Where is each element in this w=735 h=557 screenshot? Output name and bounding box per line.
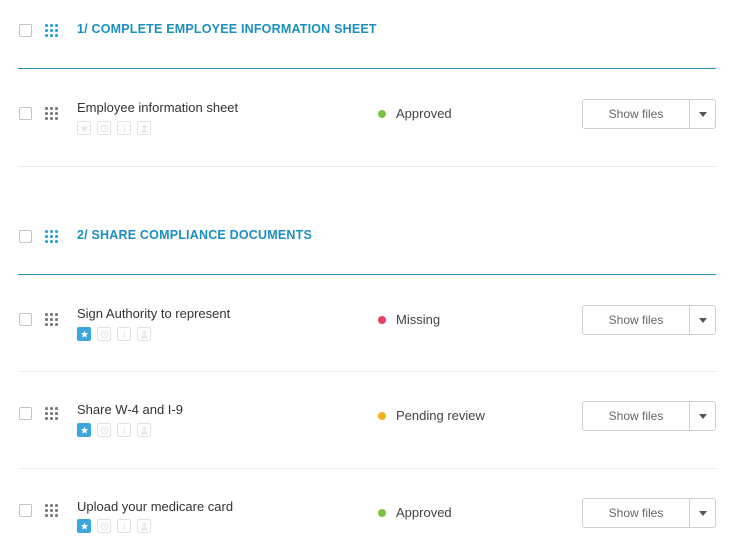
show-files-split-button: Show files — [582, 305, 716, 335]
show-files-button[interactable]: Show files — [583, 306, 690, 334]
drag-handle-icon[interactable] — [45, 313, 58, 326]
status-dot — [378, 411, 386, 420]
task-title[interactable]: Sign Authority to represent — [77, 306, 230, 321]
section-checkbox[interactable] — [19, 230, 32, 243]
section-title[interactable]: 1/ COMPLETE EMPLOYEE INFORMATION SHEET — [77, 22, 377, 36]
status-dot — [378, 109, 386, 118]
section-divider — [18, 68, 716, 69]
chevron-down-icon[interactable] — [690, 306, 715, 334]
section-checkbox[interactable] — [19, 24, 32, 37]
row-divider — [18, 371, 716, 372]
show-files-split-button: Show files — [582, 401, 716, 431]
section-header: 2/ SHARE COMPLIANCE DOCUMENTS — [0, 216, 735, 256]
person-icon[interactable] — [137, 423, 151, 437]
person-icon[interactable] — [137, 327, 151, 341]
drag-handle-icon[interactable] — [45, 107, 58, 120]
status-label: Pending review — [396, 408, 485, 423]
status-label: Missing — [396, 312, 441, 327]
drag-handle-icon[interactable] — [45, 230, 58, 243]
task-checkbox[interactable] — [19, 407, 32, 420]
star-icon[interactable] — [77, 423, 91, 437]
star-icon[interactable] — [77, 121, 91, 135]
section-divider — [18, 274, 716, 275]
show-files-split-button: Show files — [582, 99, 716, 129]
status-badge: Approved — [378, 106, 452, 121]
chevron-down-icon[interactable] — [690, 100, 715, 128]
section-header: 1/ COMPLETE EMPLOYEE INFORMATION SHEET — [0, 10, 735, 50]
task-title[interactable]: Employee information sheet — [77, 100, 238, 115]
drag-handle-icon[interactable] — [45, 407, 58, 420]
chevron-down-icon[interactable] — [690, 402, 715, 430]
clock-icon[interactable] — [97, 423, 111, 437]
info-icon[interactable] — [117, 327, 131, 341]
task-icons — [77, 327, 151, 341]
chevron-down-icon[interactable] — [690, 499, 715, 527]
person-icon[interactable] — [137, 519, 151, 533]
show-files-button[interactable]: Show files — [583, 402, 690, 430]
status-label: Approved — [396, 106, 452, 121]
info-icon[interactable] — [117, 423, 131, 437]
task-checkbox[interactable] — [19, 504, 32, 517]
clock-icon[interactable] — [97, 519, 111, 533]
status-badge: Pending review — [378, 408, 485, 423]
person-icon[interactable] — [137, 121, 151, 135]
status-badge: Missing — [378, 312, 440, 327]
task-title[interactable]: Upload your medicare card — [77, 499, 233, 514]
star-icon[interactable] — [77, 327, 91, 341]
info-icon[interactable] — [117, 519, 131, 533]
task-title[interactable]: Share W-4 and I-9 — [77, 402, 183, 417]
task-icons — [77, 519, 151, 533]
status-label: Approved — [396, 505, 452, 520]
status-badge: Approved — [378, 505, 452, 520]
task-icons — [77, 121, 151, 135]
status-dot — [378, 315, 386, 324]
task-row: Sign Authority to represent Missing Show… — [0, 286, 735, 352]
task-row: Employee information sheet Approved Show… — [0, 80, 735, 146]
clock-icon[interactable] — [97, 121, 111, 135]
show-files-split-button: Show files — [582, 498, 716, 528]
task-icons — [77, 423, 151, 437]
status-dot — [378, 508, 386, 517]
info-icon[interactable] — [117, 121, 131, 135]
task-checkbox[interactable] — [19, 313, 32, 326]
star-icon[interactable] — [77, 519, 91, 533]
task-row: Share W-4 and I-9 Pending review Show fi… — [0, 383, 735, 449]
task-row: Upload your medicare card Approved Show … — [0, 480, 735, 546]
drag-handle-icon[interactable] — [45, 24, 58, 37]
show-files-button[interactable]: Show files — [583, 499, 690, 527]
row-divider — [18, 468, 716, 469]
clock-icon[interactable] — [97, 327, 111, 341]
task-checkbox[interactable] — [19, 107, 32, 120]
show-files-button[interactable]: Show files — [583, 100, 690, 128]
section-title[interactable]: 2/ SHARE COMPLIANCE DOCUMENTS — [77, 228, 312, 242]
row-divider — [18, 166, 716, 167]
drag-handle-icon[interactable] — [45, 504, 58, 517]
